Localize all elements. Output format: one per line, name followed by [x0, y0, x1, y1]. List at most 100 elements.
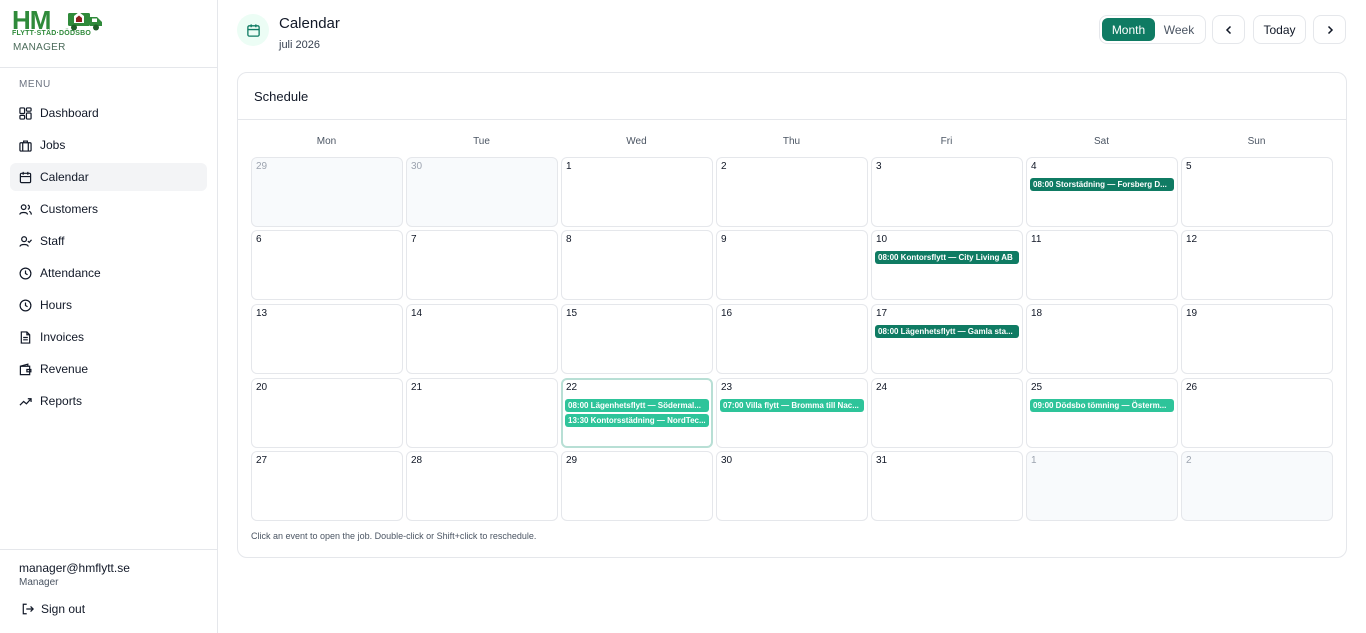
calendar-day-cell[interactable]: 12: [1181, 230, 1333, 300]
brand-logo[interactable]: HM FLYTT·STÄD·DÖDSBO: [12, 6, 104, 39]
sidebar: HM FLYTT·STÄD·DÖDSBO MANAGER MENU Dashbo…: [0, 0, 218, 633]
sidebar-item-staff[interactable]: Staff: [10, 227, 207, 255]
calendar-day-cell[interactable]: 14: [406, 304, 558, 374]
calendar-day-cell[interactable]: 29: [251, 157, 403, 227]
sidebar-item-revenue[interactable]: Revenue: [10, 355, 207, 383]
calendar-day-cell[interactable]: 2: [716, 157, 868, 227]
week-view-button[interactable]: Week: [1155, 18, 1203, 41]
calendar-day-cell[interactable]: 20: [251, 378, 403, 448]
calendar-day-cell[interactable]: 31: [871, 451, 1023, 521]
today-button[interactable]: Today: [1253, 15, 1306, 44]
calendar-day-cell[interactable]: 30: [406, 157, 558, 227]
day-number: 24: [876, 382, 888, 393]
calendar-day-cell[interactable]: 9: [716, 230, 868, 300]
calendar-day-cell[interactable]: 15: [561, 304, 713, 374]
calendar-day-cell[interactable]: 17 08:00 Lägenhetsflytt — Gamla sta...: [871, 304, 1023, 374]
calendar-day-cell[interactable]: 5: [1181, 157, 1333, 227]
day-number: 8: [566, 234, 572, 245]
day-number: 30: [721, 455, 733, 466]
sign-out-label: Sign out: [41, 602, 86, 616]
calendar-day-cell[interactable]: 18: [1026, 304, 1178, 374]
sidebar-item-label: Attendance: [40, 266, 101, 280]
users-icon: [19, 203, 32, 216]
calendar-event[interactable]: 08:00 Lägenhetsflytt — Gamla sta...: [875, 325, 1019, 338]
day-number: 11: [1031, 234, 1042, 245]
day-number: 29: [566, 455, 578, 466]
calendar-day-cell[interactable]: 10 08:00 Kontorsflytt — City Living AB: [871, 230, 1023, 300]
calendar-event[interactable]: 08:00 Storstädning — Forsberg D...: [1030, 178, 1174, 191]
day-number: 1: [1031, 455, 1037, 466]
sidebar-item-label: Calendar: [40, 170, 89, 184]
sidebar-item-jobs[interactable]: Jobs: [10, 131, 207, 159]
calendar-event[interactable]: 07:00 Villa flytt — Bromma till Nac...: [720, 399, 864, 412]
calendar-day-cell[interactable]: 13: [251, 304, 403, 374]
day-number: 19: [1186, 308, 1198, 319]
calendar-event[interactable]: 09:00 Dödsbo tömning — Österm...: [1030, 399, 1174, 412]
day-number: 3: [876, 161, 882, 172]
calendar-day-cell[interactable]: 3: [871, 157, 1023, 227]
day-number: 30: [411, 161, 423, 172]
day-number: 15: [566, 308, 578, 319]
calendar-day-cell[interactable]: 2: [1181, 451, 1333, 521]
sidebar-item-reports[interactable]: Reports: [10, 387, 207, 415]
sign-out-icon: [22, 603, 34, 615]
calendar-event[interactable]: 08:00 Kontorsflytt — City Living AB: [875, 251, 1019, 264]
calendar-day-cell[interactable]: 26: [1181, 378, 1333, 448]
calendar-day-cell[interactable]: 7: [406, 230, 558, 300]
day-number: 6: [256, 234, 262, 245]
calendar-day-cell[interactable]: 11: [1026, 230, 1178, 300]
sidebar-item-label: Reports: [40, 394, 83, 408]
calendar-day-cell[interactable]: 16: [716, 304, 868, 374]
day-number: 4: [1031, 161, 1037, 172]
day-number: 13: [256, 308, 268, 319]
sign-out-button[interactable]: Sign out: [22, 602, 85, 616]
calendar-day-cell[interactable]: 1: [561, 157, 713, 227]
sidebar-item-label: Jobs: [40, 138, 66, 152]
brand-subtitle: MANAGER: [13, 42, 66, 53]
calendar-day-cell[interactable]: 1: [1026, 451, 1178, 521]
previous-month-button[interactable]: [1212, 15, 1245, 44]
calendar-icon: [19, 171, 32, 184]
calendar-day-cell-today[interactable]: 22 08:00 Lägenhetsflytt — Södermal... 13:3…: [561, 378, 713, 448]
calendar-day-cell[interactable]: 25 09:00 Dödsbo tömning — Österm...: [1026, 378, 1178, 448]
schedule-divider: [238, 119, 1346, 120]
day-number: 29: [256, 161, 268, 172]
calendar-day-cell[interactable]: 19: [1181, 304, 1333, 374]
calendar-day-cell[interactable]: 21: [406, 378, 558, 448]
weekday-label-tue: Tue: [473, 136, 490, 147]
calendar-day-cell[interactable]: 27: [251, 451, 403, 521]
sidebar-item-calendar[interactable]: Calendar: [10, 163, 207, 191]
user-email: manager@hmflytt.se: [19, 561, 130, 575]
brand: HM FLYTT·STÄD·DÖDSBO MANAGER: [12, 6, 104, 53]
sidebar-item-hours[interactable]: Hours: [10, 291, 207, 319]
sidebar-item-label: Dashboard: [40, 106, 99, 120]
calendar-day-cell[interactable]: 6: [251, 230, 403, 300]
logo-tagline: FLYTT·STÄD·DÖDSBO: [12, 30, 91, 37]
calendar-day-cell[interactable]: 30: [716, 451, 868, 521]
sidebar-item-attendance[interactable]: Attendance: [10, 259, 207, 287]
chevron-left-icon: [1225, 25, 1231, 34]
day-number: 16: [721, 308, 733, 319]
schedule-card: Schedule Mon Tue Wed Thu Fri Sat Sun 29 30 1 2 3 4 0…: [237, 72, 1347, 558]
schedule-hint: Click an event to open the job. Double-c…: [251, 531, 537, 541]
next-month-button[interactable]: [1313, 15, 1346, 44]
sidebar-bottom-divider: [0, 549, 217, 550]
month-view-button[interactable]: Month: [1102, 18, 1155, 41]
sidebar-item-label: Customers: [40, 202, 99, 216]
calendar-day-cell[interactable]: 8: [561, 230, 713, 300]
sidebar-item-dashboard[interactable]: Dashboard: [10, 99, 207, 127]
sidebar-divider: [0, 67, 217, 68]
calendar-day-cell[interactable]: 28: [406, 451, 558, 521]
calendar-day-cell[interactable]: 29: [561, 451, 713, 521]
calendar-day-cell[interactable]: 24: [871, 378, 1023, 448]
sidebar-item-customers[interactable]: Customers: [10, 195, 207, 223]
sidebar-item-invoices[interactable]: Invoices: [10, 323, 207, 351]
calendar-event[interactable]: 08:00 Lägenhetsflytt — Södermal...: [565, 399, 709, 412]
sidebar-item-label: Invoices: [40, 330, 85, 344]
user-role: Manager: [19, 577, 59, 588]
calendar-day-cell[interactable]: 4 08:00 Storstädning — Forsberg D...: [1026, 157, 1178, 227]
calendar-event[interactable]: 13:30 Kontorsstädning — NordTec...: [565, 414, 709, 427]
clock-icon: [19, 299, 32, 312]
weekday-label-thu: Thu: [782, 136, 801, 147]
calendar-day-cell[interactable]: 23 07:00 Villa flytt — Bromma till Nac...: [716, 378, 868, 448]
